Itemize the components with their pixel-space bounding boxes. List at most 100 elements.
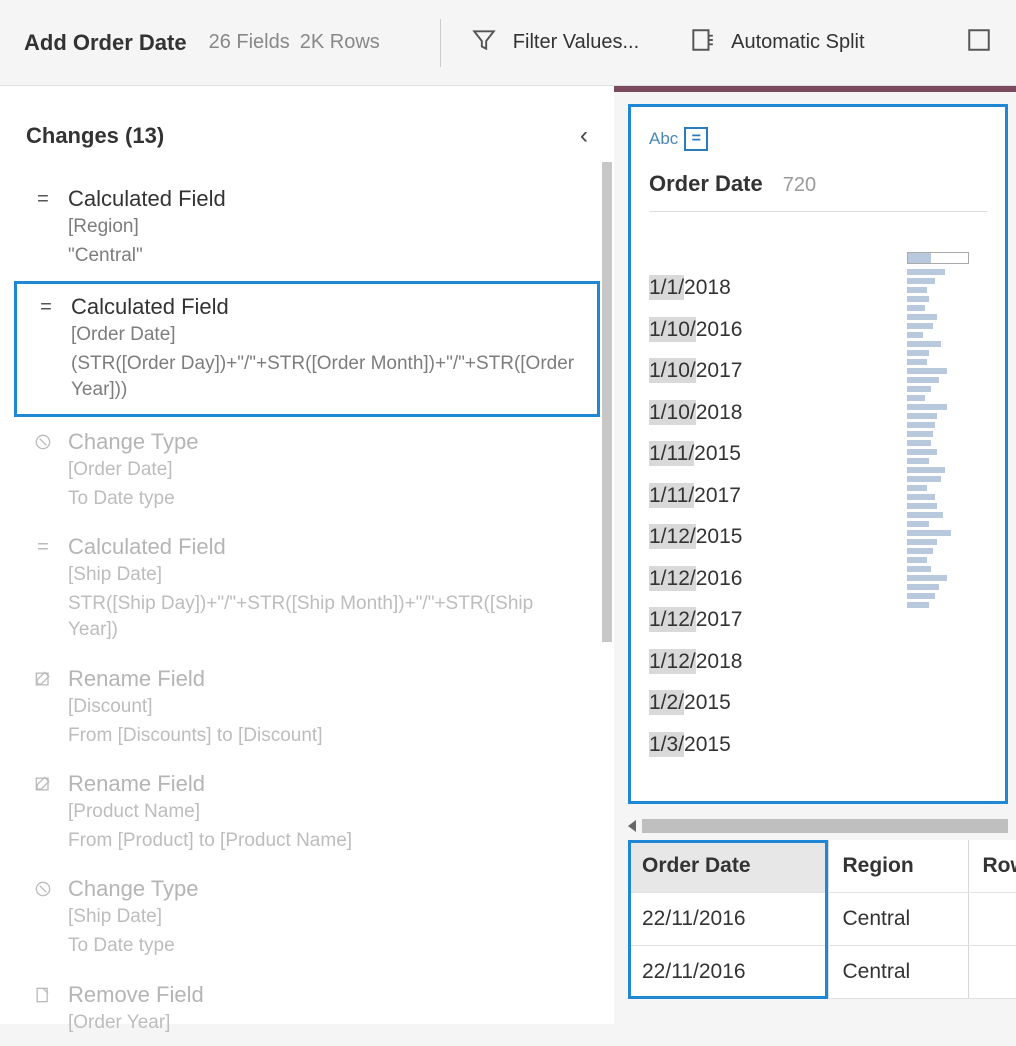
scrollbar[interactable]	[602, 162, 612, 962]
abc-type-icon: Abc	[649, 129, 678, 149]
change-type-icon	[32, 432, 54, 452]
table-cell: 22/11/2016	[628, 946, 828, 999]
change-step-label: Remove Field	[68, 982, 204, 1008]
change-step-detail: To Date type	[68, 933, 582, 960]
change-step-label: Change Type	[68, 429, 198, 455]
change-step-label: Rename Field	[68, 771, 205, 797]
change-step-label: Rename Field	[68, 666, 205, 692]
histogram-bar	[907, 476, 941, 482]
histogram-bar	[907, 584, 939, 590]
change-step-field: [Order Year]	[68, 1010, 582, 1037]
change-step-label: Calculated Field	[68, 534, 226, 560]
toolbar: Add Order Date 26 Fields 2K Rows Filter …	[0, 0, 1016, 86]
table-row[interactable]: 22/11/2016Central	[628, 946, 1016, 999]
histogram-bar	[907, 287, 927, 293]
table-cell: Central	[828, 946, 968, 999]
value-item[interactable]: 1/3/2015	[649, 729, 731, 761]
value-item[interactable]: 1/12/2017	[649, 604, 742, 636]
value-item[interactable]: 1/12/2018	[649, 646, 742, 678]
histogram-bar	[907, 332, 923, 338]
rename-icon	[32, 669, 54, 689]
histogram-bar	[907, 593, 935, 599]
histogram-bar	[907, 503, 937, 509]
histogram-bar	[907, 368, 947, 374]
change-step[interactable]: Change Type[Order Date]To Date type	[14, 419, 600, 522]
horizontal-scrollbar[interactable]	[628, 816, 1008, 836]
value-item[interactable]: 1/11/2015	[649, 438, 741, 470]
column-header[interactable]: Order Date	[628, 840, 828, 893]
remove-icon	[32, 985, 54, 1005]
equals-icon: =	[32, 188, 54, 211]
data-type-chip[interactable]: Abc =	[649, 127, 708, 151]
divider	[440, 19, 441, 67]
automatic-split-button[interactable]: Automatic Split	[689, 27, 864, 59]
filter-values-button[interactable]: Filter Values...	[471, 27, 639, 59]
preview-panel: Abc = Order Date 720 1/1/20181/10/20161/…	[614, 86, 1016, 1024]
histogram-bar	[907, 557, 927, 563]
change-step-field: [Region]	[68, 214, 582, 241]
change-step-detail: (STR([Order Day])+"/"+STR([Order Month])…	[71, 351, 579, 404]
table-cell: 22/11/2016	[628, 893, 828, 946]
page-title: Add Order Date	[24, 30, 187, 56]
change-step-field: [Discount]	[68, 694, 582, 721]
change-step[interactable]: Rename Field[Discount]From [Discounts] t…	[14, 656, 600, 759]
changes-panel: Changes (13) ‹ =Calculated Field[Region]…	[0, 86, 614, 1024]
value-item[interactable]: 1/2/2015	[649, 687, 731, 719]
value-item[interactable]: 1/11/2017	[649, 480, 741, 512]
change-step[interactable]: Change Type[Ship Date]To Date type	[14, 866, 600, 969]
value-item[interactable]: 1/12/2015	[649, 521, 742, 553]
value-item[interactable]: 1/12/2016	[649, 563, 742, 595]
change-step[interactable]: =Calculated Field[Ship Date]STR([Ship Da…	[14, 524, 600, 654]
histogram-bar	[907, 530, 951, 536]
histogram	[907, 252, 987, 760]
row-count: 2K Rows	[300, 31, 380, 54]
value-item[interactable]: 1/10/2018	[649, 397, 742, 429]
change-step-detail: From [Discounts] to [Discount]	[68, 723, 582, 750]
histogram-bar	[907, 440, 931, 446]
change-type-icon	[32, 879, 54, 899]
change-step[interactable]: Rename Field[Product Name]From [Product]…	[14, 761, 600, 864]
scrollbar-thumb[interactable]	[602, 162, 612, 642]
histogram-bar	[907, 269, 945, 275]
chevron-left-icon[interactable]: ‹	[580, 122, 588, 150]
change-step[interactable]: =Calculated Field[Order Date](STR([Order…	[14, 281, 600, 417]
filter-values-label: Filter Values...	[513, 31, 639, 54]
histogram-bar	[907, 512, 943, 518]
histogram-bar	[907, 350, 929, 356]
more-button[interactable]	[966, 27, 992, 59]
histogram-bar	[907, 431, 933, 437]
histogram-bar	[907, 494, 935, 500]
change-step-label: Calculated Field	[68, 186, 226, 212]
funnel-icon	[471, 27, 497, 59]
histogram-bar	[907, 278, 935, 284]
change-step[interactable]: =Calculated Field[Region]"Central"	[14, 176, 600, 279]
change-step-field: [Order Date]	[71, 322, 579, 349]
table-row[interactable]: 22/11/2016Central	[628, 893, 1016, 946]
chevron-left-icon[interactable]	[628, 820, 636, 832]
histogram-summary-bar	[907, 252, 969, 264]
more-icon	[966, 27, 992, 59]
column-header[interactable]: Region	[828, 840, 968, 893]
profile-card[interactable]: Abc = Order Date 720 1/1/20181/10/20161/…	[628, 104, 1008, 804]
histogram-bar	[907, 386, 931, 392]
data-grid: Order DateRegionRow22/11/2016Central22/1…	[628, 840, 1016, 999]
value-item[interactable]: 1/10/2016	[649, 314, 742, 346]
value-item[interactable]: 1/1/2018	[649, 272, 731, 304]
change-step-detail: To Date type	[68, 486, 582, 513]
histogram-bar	[907, 566, 931, 572]
histogram-bar	[907, 296, 929, 302]
scrollbar-track[interactable]	[642, 819, 1008, 833]
table-cell	[968, 893, 1016, 946]
histogram-bar	[907, 575, 947, 581]
column-header[interactable]: Row	[968, 840, 1016, 893]
histogram-bar	[907, 377, 939, 383]
histogram-bar	[907, 602, 929, 608]
equals-icon: =	[35, 296, 57, 319]
change-step[interactable]: Remove Field[Order Year]	[14, 972, 600, 1046]
change-step-label: Change Type	[68, 876, 198, 902]
change-step-detail: From [Product] to [Product Name]	[68, 828, 582, 855]
value-item[interactable]: 1/10/2017	[649, 355, 742, 387]
histogram-bar	[907, 485, 927, 491]
histogram-bar	[907, 395, 925, 401]
rename-icon	[32, 774, 54, 794]
